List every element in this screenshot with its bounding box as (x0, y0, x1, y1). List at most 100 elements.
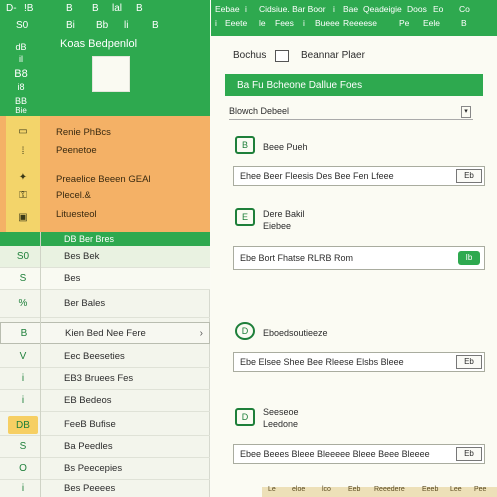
menu-item[interactable]: i (215, 18, 217, 28)
menu-item[interactable]: Reeeese (343, 18, 377, 28)
section-title: Seeseoe Leedone (263, 407, 299, 429)
list-item[interactable]: O Bs Peecepies (0, 458, 210, 480)
select-field[interactable]: Blowch Debeel ▾ (229, 106, 473, 120)
list-item[interactable]: % Ber Bales (0, 290, 210, 318)
menu-item[interactable]: Cidsiue. Bar Boor (259, 4, 326, 14)
list-item[interactable]: DB FeeB Bufise (0, 414, 210, 436)
setting-input[interactable]: Ebe Elsee Shee Bee Rleese Elsbs Bleee Eb (233, 352, 485, 372)
tag-icon: ▣ (18, 211, 28, 223)
settings-panel: Eebae i Cidsiue. Bar Boor i Bae Qeadeigi… (211, 0, 497, 497)
toolbar-item[interactable]: S0 (16, 20, 28, 31)
status-item: Lee (450, 486, 462, 493)
shield-icon: V (19, 351, 27, 362)
list-item-label: Ba Peedles (64, 441, 113, 452)
setting-input[interactable]: Ebe Bort Fhatse RLRB Rom Ib (233, 246, 485, 270)
rail-item[interactable]: BB (4, 96, 38, 106)
menu-item[interactable]: Bae (343, 4, 358, 14)
toolbar-item[interactable]: B (152, 20, 159, 31)
navigation-list: DB Ber Bres S0 Bes Bek S Bes % Ber Bales… (0, 232, 210, 497)
orange-item[interactable]: Plecel.& (56, 190, 91, 201)
list-header[interactable]: DB Ber Bres (0, 232, 210, 246)
toolbar-item[interactable]: D- (6, 3, 17, 14)
list-item-label: Bes Peeees (64, 483, 116, 494)
rail-item[interactable]: B8 (4, 68, 38, 80)
menu-item[interactable]: i (333, 4, 335, 14)
toolbar-item[interactable]: !B (24, 3, 33, 14)
toolbar-item[interactable]: Bi (66, 20, 75, 31)
menu-item[interactable]: B (461, 18, 467, 28)
list-item-selected[interactable]: B Kien Bed Nee Fere › (0, 322, 210, 344)
rail-item[interactable]: dB (4, 42, 38, 52)
toolbar-item[interactable]: B (136, 3, 143, 14)
layers-icon: S (19, 273, 27, 284)
orange-item[interactable]: Lituesteol (56, 209, 97, 220)
list-item[interactable]: i Bes Peeees (0, 480, 210, 497)
menu-item[interactable]: Qeadeigie (363, 4, 402, 14)
section-title: Beee Pueh (263, 142, 308, 152)
folder-icon: ▭ (18, 125, 28, 137)
input-value: Ebe Elsee Shee Bee Rleese Elsbs Bleee (240, 357, 404, 367)
menu-item[interactable]: le (259, 18, 266, 28)
toolbar-item[interactable]: li (124, 20, 128, 31)
list-item-label: Ber Bales (64, 298, 106, 309)
brand-title: Koas Bedpenlol (60, 38, 138, 50)
setting-input[interactable]: Ehee Beer Fleesis Des Bee Fen Lfeee Eb (233, 166, 485, 186)
orange-item[interactable]: Preaelice Beeen GEAl (56, 174, 151, 185)
toolbar-item[interactable]: B (66, 3, 73, 14)
apply-button[interactable]: Ib (458, 251, 480, 265)
toolbar-item[interactable]: Bb (96, 20, 108, 31)
orange-item[interactable]: Renie PhBcs (56, 127, 111, 138)
menu-item[interactable]: Eele (423, 18, 440, 28)
menu-item[interactable]: i (303, 18, 305, 28)
rail-item[interactable]: i8 (4, 82, 38, 92)
list-item[interactable]: i EB Bedeos (0, 390, 210, 412)
user-icon: i (21, 483, 25, 494)
action-button[interactable]: Eb (456, 447, 482, 461)
chevron-right-icon[interactable]: › (200, 328, 203, 339)
square-icon: B (20, 327, 28, 339)
rail-item[interactable]: il (4, 54, 38, 64)
list-item[interactable]: S0 Bes Bek (0, 246, 210, 268)
status-item: lco (322, 486, 331, 493)
sidebar-top-toolbar: D- !B B B lal B S0 Bi Bb li B (0, 0, 210, 36)
section-icon: E (235, 208, 255, 226)
menu-item[interactable]: Co (459, 4, 470, 14)
grid-icon: S0 (16, 251, 30, 262)
status-item: Pee (474, 486, 487, 493)
menu-item[interactable]: Fees (275, 18, 294, 28)
section-icon: B (235, 136, 255, 154)
status-item: Eeeb (422, 486, 439, 493)
toolbar-item[interactable]: lal (112, 3, 122, 14)
list-item[interactable]: S Ba Peedles (0, 436, 210, 458)
list-item[interactable]: V Eec Beeseties (0, 346, 210, 368)
rail-item[interactable]: Bie (4, 106, 38, 115)
chevron-down-icon[interactable]: ▾ (461, 106, 471, 118)
banner-bar[interactable]: Ba Fu Bcheone Dallue Foes (225, 74, 483, 96)
list-item-label: Kien Bed Nee Fere (65, 327, 146, 339)
menu-item[interactable]: Eo (433, 4, 443, 14)
menu-item[interactable]: i (245, 4, 247, 14)
key-icon: ⚿ (19, 189, 27, 201)
list-item-label: EB Bedeos (64, 395, 112, 406)
action-button[interactable]: Eb (456, 355, 482, 369)
section-icon: D (235, 322, 255, 340)
action-button[interactable]: Eb (456, 169, 482, 183)
menu-item[interactable]: Pe (399, 18, 409, 28)
pin-icon: ⁞ (21, 145, 25, 157)
checkbox[interactable] (275, 50, 289, 62)
brand-area: Koas Bedpenlol (42, 36, 210, 116)
sidebar: D- !B B B lal B S0 Bi Bb li B dB il B8 i… (0, 0, 210, 497)
banner-text: Ba Fu Bcheone Dallue Foes (237, 79, 363, 91)
bell-icon: S (19, 441, 27, 452)
menu-item[interactable]: Bueee (315, 18, 340, 28)
setting-input[interactable]: Ebee Beees Bleee Bleeeee Bleee Beee Blee… (233, 444, 485, 464)
list-item[interactable]: i EB3 Bruees Fes (0, 368, 210, 390)
menu-item[interactable]: Doos (407, 4, 427, 14)
toolbar-item[interactable]: B (92, 3, 99, 14)
menu-item[interactable]: Eeete (225, 18, 247, 28)
status-item: eloe (292, 486, 306, 493)
orange-item[interactable]: Peenetoe (56, 145, 97, 156)
list-item[interactable]: S Bes (0, 268, 210, 290)
checkbox-label: Bochus (233, 50, 267, 61)
menu-item[interactable]: Eebae (215, 4, 240, 14)
